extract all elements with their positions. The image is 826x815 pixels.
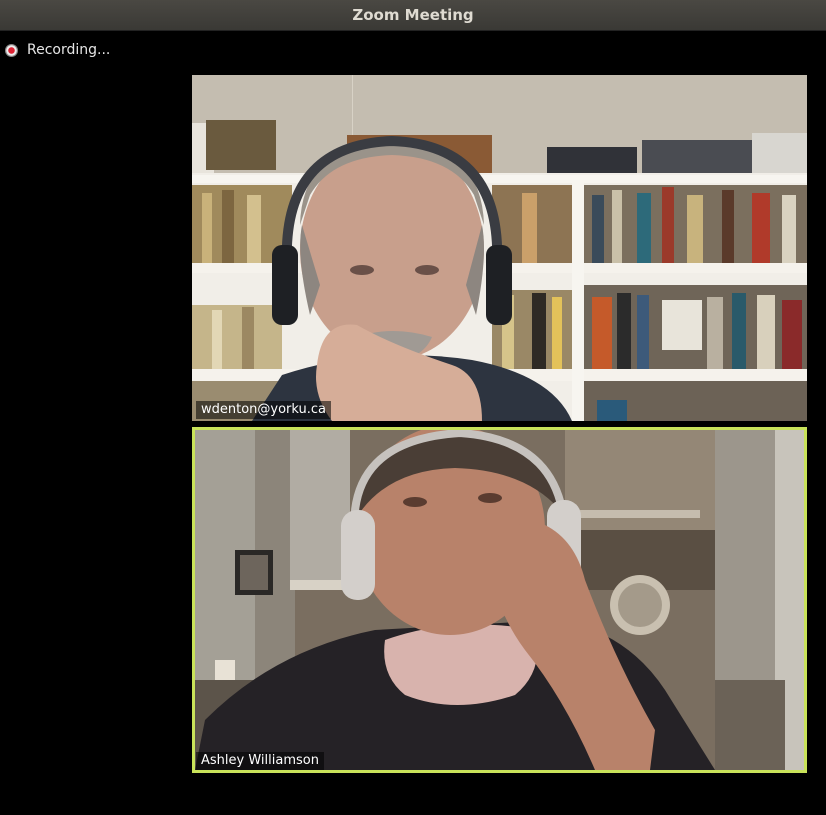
recording-dot-icon [5,43,18,57]
participant-video-tile-1[interactable]: wdenton@yorku.ca [192,75,807,421]
participant-name-tag-1: wdenton@yorku.ca [196,401,332,419]
window-titlebar[interactable]: Zoom Meeting [0,0,826,31]
recording-label: Recording... [27,42,111,58]
participant-video-feed-2 [195,430,804,770]
participant-name-tag-2: Ashley Williamson [196,752,324,770]
participant-video-feed-1 [192,75,807,421]
recording-indicator: Recording... [5,40,110,60]
participant-video-tile-2[interactable]: Ashley Williamson [192,427,807,773]
window-title: Zoom Meeting [352,6,474,24]
